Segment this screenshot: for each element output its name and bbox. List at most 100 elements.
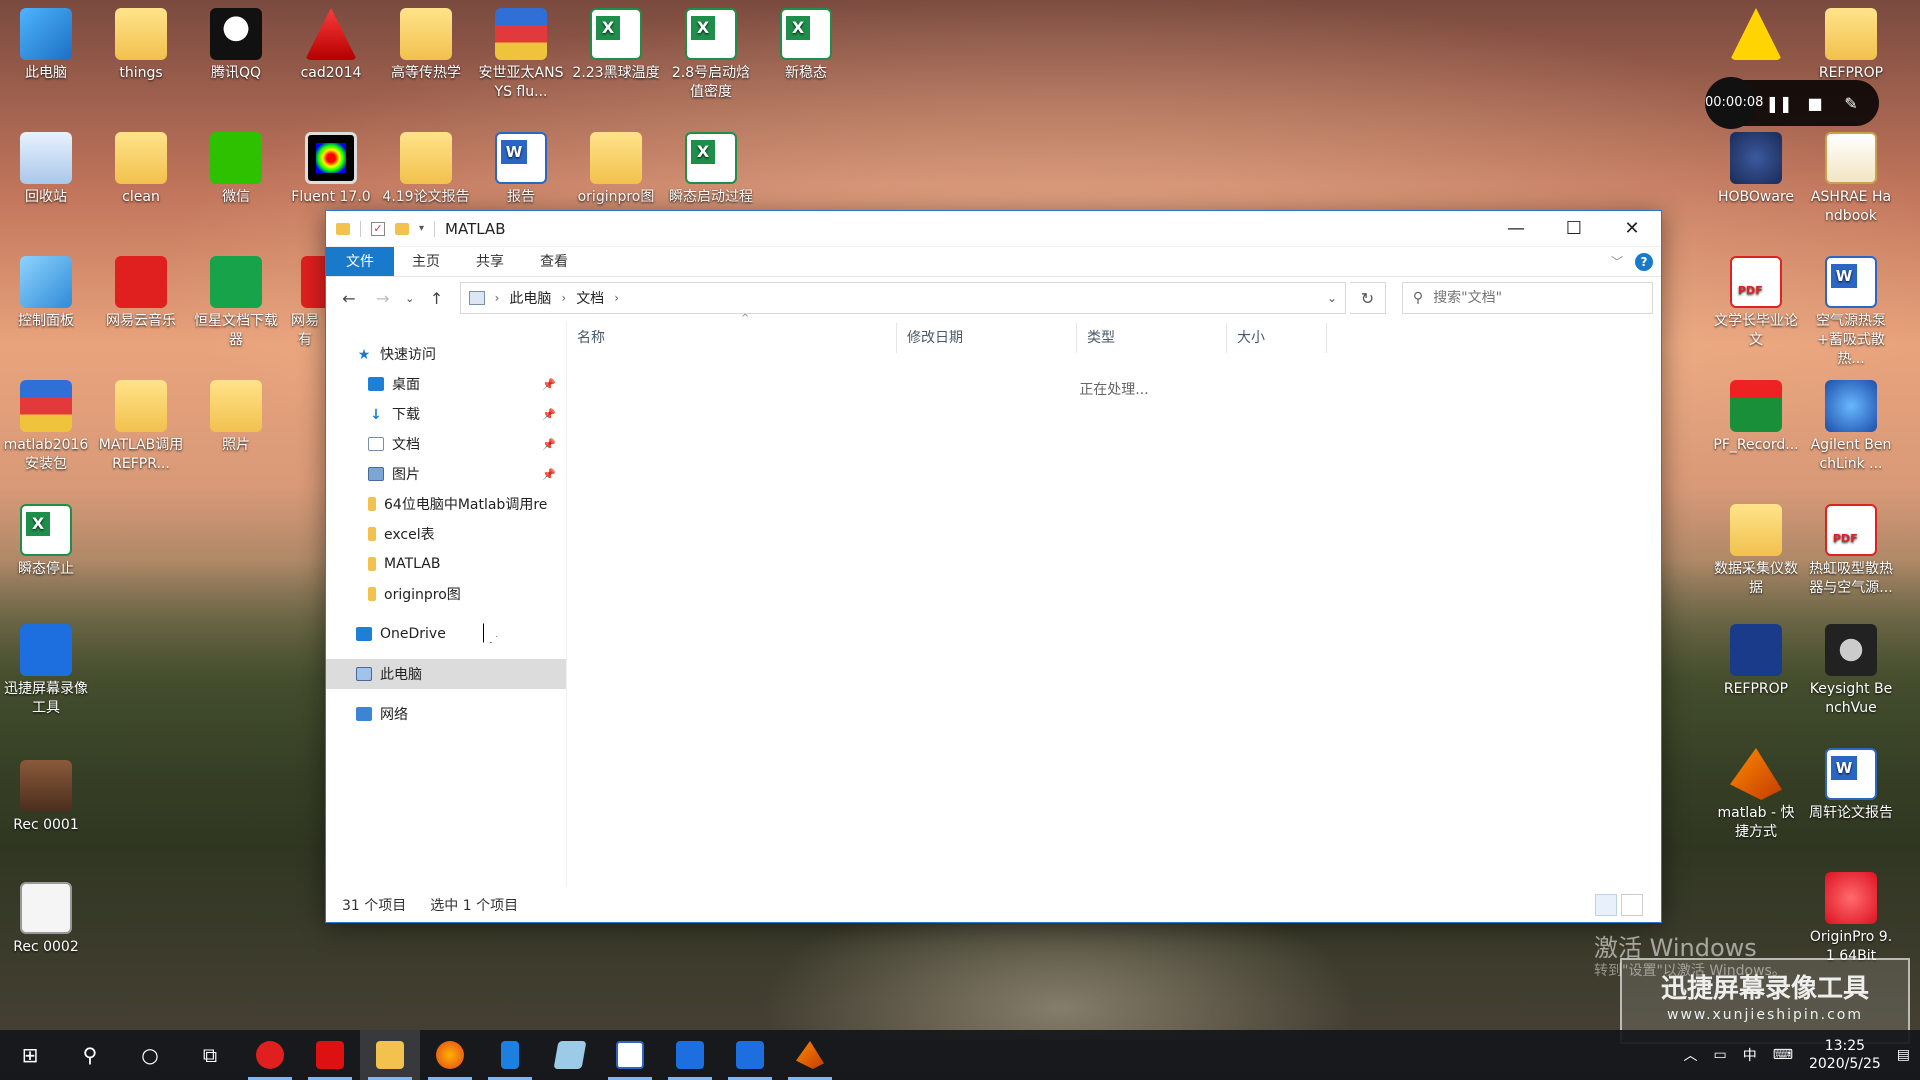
nav-folder[interactable]: 64位电脑中Matlab调用re [326,489,566,519]
firefox-icon[interactable] [420,1030,480,1080]
desktop-icon[interactable]: OriginPro 9.1 64Bit [1805,864,1897,966]
pause-icon[interactable]: ❚❚ [1765,89,1793,117]
expand-ribbon-icon[interactable]: ﹀ [1611,253,1623,270]
netease-music-icon[interactable] [240,1030,300,1080]
desktop-icon[interactable]: 回收站 [0,124,92,207]
forward-button[interactable]: → [368,283,398,313]
stop-icon[interactable]: ■ [1801,89,1829,117]
new-folder-icon[interactable] [395,222,409,235]
nav-quick-access[interactable]: ★ 快速访问 [326,339,566,369]
refresh-button[interactable]: ↻ [1350,282,1386,314]
eraser-icon[interactable] [540,1030,600,1080]
nav-this-pc[interactable]: 此电脑 [326,659,566,689]
desktop-icon[interactable]: 数据采集仪数据 [1710,496,1802,598]
properties-icon[interactable]: ✓ [371,221,385,236]
pin-icon[interactable]: 📌 [542,468,556,481]
nav-downloads[interactable]: ↓ 下载 📌 [326,399,566,429]
desktop-icon[interactable]: 空气源热泵+蓄吸式散热... [1805,248,1897,369]
matlab-icon[interactable] [780,1030,840,1080]
minimize-button[interactable]: — [1487,211,1545,247]
chevron-down-icon[interactable]: ▾ [419,223,424,234]
desktop-icon[interactable]: 网易云音乐 [95,248,187,331]
column-type[interactable]: 类型 [1077,323,1227,353]
maximize-button[interactable]: ☐ [1545,211,1603,247]
desktop-icon[interactable]: Rec 0001 [0,752,92,835]
desktop-icon[interactable]: Agilent BenchLink ... [1805,372,1897,474]
nav-network[interactable]: 网络 [326,699,566,729]
file-explorer-icon[interactable] [360,1030,420,1080]
chevron-right-icon[interactable]: › [614,291,619,305]
desktop-icon[interactable]: PF_Record... [1710,372,1802,455]
pin-icon[interactable]: 📌 [542,408,556,421]
cortana-icon[interactable]: ○ [120,1030,180,1080]
desktop-icon[interactable] [1710,0,1802,64]
desktop-icon[interactable]: 腾讯QQ [190,0,282,83]
nav-folder[interactable]: excel表 [326,519,566,549]
column-size[interactable]: 大小 [1227,323,1327,353]
word-doc-icon[interactable] [600,1030,660,1080]
desktop-icon[interactable]: 2.23黑球温度 [570,0,662,83]
desktop-icon[interactable]: REFPROP [1805,0,1897,83]
column-date-modified[interactable]: 修改日期 [897,323,1077,353]
desktop-icon[interactable]: MATLAB调用REFPR... [95,372,187,474]
recent-locations-button[interactable]: ⌄ [402,283,418,313]
close-button[interactable]: ✕ [1603,211,1661,247]
desktop-icon[interactable]: 高等传热学 [380,0,472,83]
desktop-icon[interactable]: things [95,0,187,83]
desktop-icon[interactable]: 网易有 [285,248,325,350]
desktop-icon[interactable]: 安世亚太ANSYS flu... [475,0,567,102]
desktop-icon[interactable]: 迅捷屏幕录像工具 [0,616,92,718]
task-view-icon[interactable]: ⧉ [180,1030,240,1080]
desktop-icon[interactable]: HOBOware [1710,124,1802,207]
chevron-right-icon[interactable]: › [561,291,566,305]
details-view-icon[interactable] [1595,894,1617,916]
desktop-icon[interactable]: 文学长毕业论文 [1710,248,1802,350]
desktop-icon[interactable]: 报告 [475,124,567,207]
desktop-icon[interactable]: Keysight BenchVue [1805,616,1897,718]
address-bar[interactable]: › 此电脑 › 文档 › ⌄ [459,282,1347,314]
desktop-icon[interactable]: cad2014 [285,0,377,83]
nav-desktop[interactable]: 桌面 📌 [326,369,566,399]
search-box[interactable]: ⚲ [1401,282,1653,314]
screen-recorder-icon[interactable] [660,1030,720,1080]
nav-documents[interactable]: 文档 📌 [326,429,566,459]
title-bar[interactable]: ✓ ▾ MATLAB — ☐ ✕ [326,211,1661,247]
tab-view[interactable]: 查看 [522,247,586,276]
desktop-icon[interactable]: 此电脑 [0,0,92,83]
nav-onedrive[interactable]: OneDrive [326,619,566,649]
notification-icon[interactable]: ▤ [1897,1047,1910,1063]
desktop-icon[interactable]: REFPROP [1710,616,1802,699]
desktop-icon[interactable]: 照片 [190,372,282,455]
up-button[interactable]: ↑ [422,283,452,313]
desktop-icon[interactable]: matlab2016安装包 [0,372,92,474]
desktop-icon[interactable]: 2.8号启动焓值密度 [665,0,757,102]
back-button[interactable]: ← [334,283,364,313]
desktop-icon[interactable]: 热虹吸型散热器与空气源... [1805,496,1897,598]
column-name[interactable]: 名称 [567,323,897,353]
chevron-right-icon[interactable]: › [495,291,500,305]
keyboard-icon[interactable]: ⌨ [1773,1047,1793,1063]
desktop-icon[interactable]: ASHRAE Handbook [1805,124,1897,226]
autocad-icon[interactable] [300,1030,360,1080]
nav-folder[interactable]: MATLAB [326,549,566,579]
desktop-icon[interactable]: 新稳态 [760,0,852,83]
large-icons-view-icon[interactable] [1621,894,1643,916]
desktop-icon[interactable]: 微信 [190,124,282,207]
show-hidden-icons-icon[interactable]: ︿ [1684,1045,1698,1065]
search-input[interactable] [1433,290,1624,306]
desktop-icon[interactable]: Rec 0002 [0,874,92,957]
desktop-icon[interactable]: 4.19论文报告 [380,124,472,207]
desktop-icon[interactable]: 周轩论文报告 [1805,740,1897,823]
pin-icon[interactable]: 📌 [542,378,556,391]
phone-icon[interactable] [480,1030,540,1080]
desktop-icon[interactable]: originpro图 [570,124,662,207]
desktop-icon[interactable]: matlab - 快捷方式 [1710,740,1802,842]
nav-folder[interactable]: originpro图 [326,579,566,609]
desktop-icon[interactable]: 瞬态启动过程 [665,124,757,207]
clock[interactable]: 13:25 2020/5/25 [1809,1037,1881,1073]
network-tray-icon[interactable]: ▭ [1714,1047,1727,1063]
desktop-icon[interactable]: 恒星文档下载器 [190,248,282,350]
screen-recorder-2-icon[interactable] [720,1030,780,1080]
nav-pictures[interactable]: 图片 📌 [326,459,566,489]
tab-share[interactable]: 共享 [458,247,522,276]
